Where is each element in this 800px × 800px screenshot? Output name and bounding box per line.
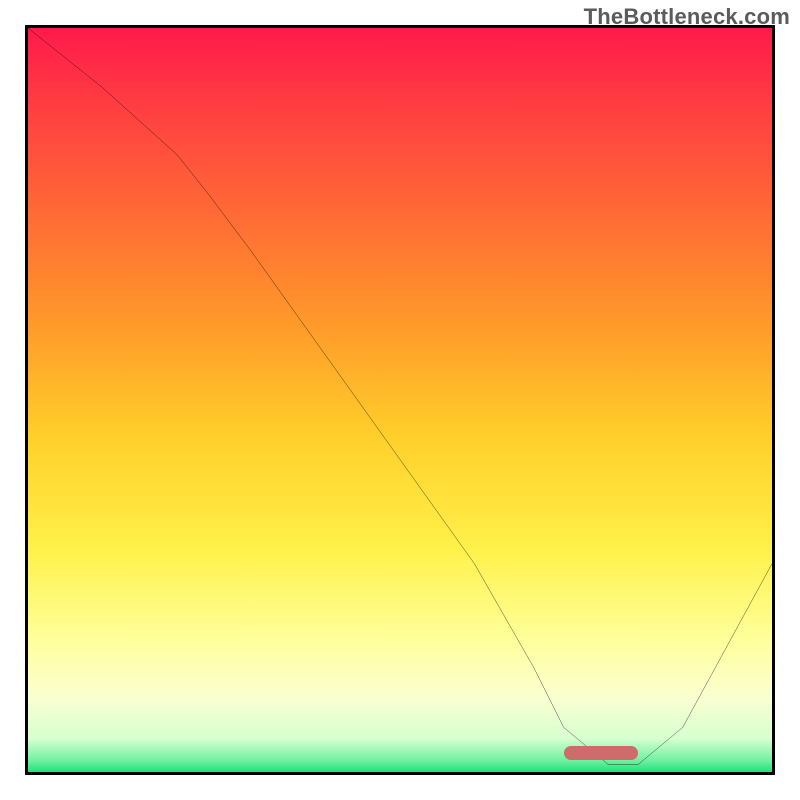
chart-plot-area	[25, 25, 775, 775]
bottleneck-curve	[28, 28, 772, 765]
optimal-marker	[564, 746, 638, 760]
curve-layer	[28, 28, 772, 772]
watermark-text: TheBottleneck.com	[584, 4, 790, 30]
